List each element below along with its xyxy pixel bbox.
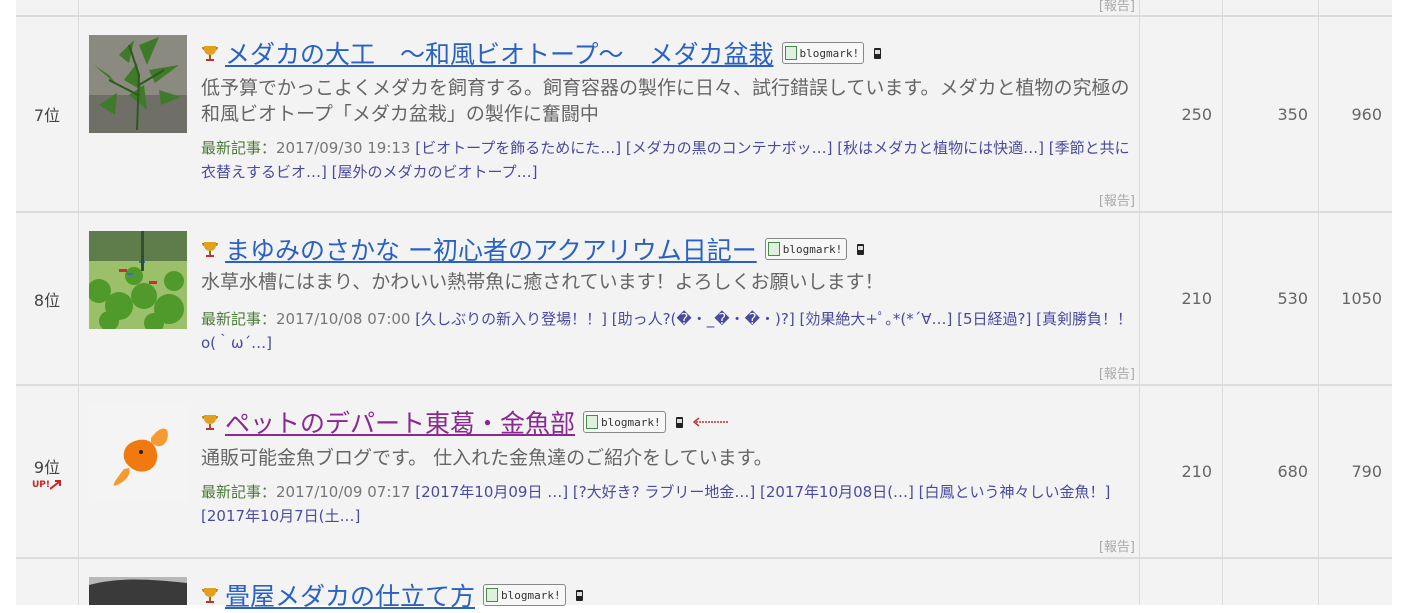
recent-articles: 最新記事：2017/10/09 07:17 [2017年10月09日 …] [?… bbox=[201, 480, 1136, 528]
title-line: メダカの大工 ～和風ビオトープ～ メダカ盆栽 blogmark! bbox=[201, 35, 882, 71]
rank-cell bbox=[16, 0, 79, 15]
entry-cell: 畳屋メダカの仕立て方 blogmark! bbox=[79, 559, 1140, 611]
report-link[interactable]: [報告] bbox=[1099, 536, 1135, 555]
blog-title-link[interactable]: メダカの大工 ～和風ビオトープ～ メダカ盆栽 bbox=[225, 35, 774, 71]
blogmark-icon bbox=[486, 588, 499, 602]
report-link[interactable]: [報告] bbox=[1099, 190, 1135, 209]
trophy-icon bbox=[202, 46, 218, 61]
rank-cell: 7位 bbox=[16, 17, 79, 211]
rank-label: 7位 bbox=[33, 106, 61, 125]
recent-date: 2017/10/08 07:00 bbox=[276, 310, 411, 328]
rank-label: 9位 bbox=[33, 457, 61, 477]
total-count bbox=[1319, 559, 1392, 605]
mobile-icon bbox=[575, 589, 583, 601]
blog-description: 低予算でかっこよくメダカを飼育する。飼育容器の製作に日々、試行錯誤しています。メ… bbox=[201, 77, 1130, 125]
in-count: 210 bbox=[1140, 386, 1223, 557]
trophy-icon bbox=[202, 588, 218, 603]
recent-label: 最新記事： bbox=[201, 483, 277, 501]
entry-cell: まゆみのさかな ー初心者のアクアリウム日記ー blogmark! 水草水槽にはま… bbox=[79, 213, 1140, 384]
rank-up-label: UP! bbox=[31, 479, 50, 490]
blog-title-link[interactable]: ペットのデパート東葛・金魚部 bbox=[225, 404, 575, 440]
recent-date: 2017/10/09 07:17 bbox=[276, 483, 411, 501]
total-count: 1050 bbox=[1341, 289, 1382, 308]
up-arrow-icon bbox=[50, 479, 61, 490]
blogmark-icon bbox=[784, 46, 797, 60]
ranking-row: 7位 メダカの大工 ～和風ビオトープ～ メダカ盆栽 blogmark! 低予算で… bbox=[16, 17, 1392, 213]
blog-title-link[interactable]: 畳屋メダカの仕立て方 bbox=[225, 577, 475, 613]
mobile-icon bbox=[675, 416, 683, 428]
blogmark-button[interactable]: blogmark! bbox=[483, 584, 566, 606]
blogmark-button[interactable]: blogmark! bbox=[583, 411, 666, 433]
blog-description: 通販可能金魚ブログです。 仕入れた金魚達のご紹介をしています。 bbox=[201, 447, 773, 469]
blogmark-button[interactable]: blogmark! bbox=[764, 238, 848, 260]
recent-label: 最新記事： bbox=[201, 139, 277, 157]
out-count bbox=[1223, 0, 1319, 15]
blog-title-link[interactable]: まゆみのさかな ー初心者のアクアリウム日記ー bbox=[225, 231, 757, 267]
entry-cell: [報告] bbox=[79, 0, 1140, 15]
blogmark-icon bbox=[767, 242, 780, 256]
rank-up-badge: UP! bbox=[31, 479, 62, 490]
in-count bbox=[1140, 559, 1223, 605]
blog-thumbnail[interactable] bbox=[89, 577, 187, 605]
blogmark-label: blogmark! bbox=[782, 242, 843, 256]
mobile-icon bbox=[857, 243, 865, 255]
blog-description: 水草水槽にはまり、かわいい熱帯魚に癒されています！よろしくお願いします！ bbox=[201, 271, 884, 293]
rank-label: 8位 bbox=[33, 290, 61, 310]
entry-cell: ペットのデパート東葛・金魚部 blogmark! 通販可能金魚ブログです。 仕入… bbox=[79, 386, 1140, 557]
ranking-row: 畳屋メダカの仕立て方 blogmark! bbox=[16, 559, 1392, 611]
out-count: 530 bbox=[1223, 213, 1319, 384]
ranking-row: [報告] bbox=[16, 0, 1392, 17]
total-count: 960 bbox=[1351, 104, 1382, 124]
blog-thumbnail[interactable] bbox=[89, 404, 187, 502]
ranking-row: 8位 まゆみのさかな ー初心者のアクアリウム日記ー blogmark! 水草水槽… bbox=[16, 213, 1392, 386]
rank-cell: 9位 UP! bbox=[16, 386, 79, 557]
mobile-icon bbox=[874, 47, 882, 59]
blog-thumbnail[interactable] bbox=[89, 35, 187, 133]
out-count: 680 bbox=[1223, 386, 1319, 557]
report-link[interactable]: [報告] bbox=[1099, 363, 1135, 382]
title-line: ペットのデパート東葛・金魚部 blogmark! bbox=[201, 404, 729, 440]
report-link[interactable]: [報告] bbox=[1099, 0, 1135, 14]
blogmark-label: blogmark! bbox=[501, 588, 561, 602]
blogmark-button[interactable]: blogmark! bbox=[781, 42, 865, 64]
rank-cell bbox=[16, 559, 79, 605]
blogmark-label: blogmark! bbox=[799, 46, 860, 60]
new-arrow-icon bbox=[692, 417, 728, 427]
blog-thumbnail[interactable] bbox=[89, 231, 187, 329]
out-count: 350 bbox=[1223, 17, 1319, 211]
blogmark-label: blogmark! bbox=[601, 415, 661, 429]
trophy-icon bbox=[202, 242, 218, 257]
recent-label: 最新記事： bbox=[201, 310, 277, 328]
in-count bbox=[1140, 0, 1223, 15]
in-count: 250 bbox=[1140, 17, 1223, 211]
in-count: 210 bbox=[1140, 213, 1223, 384]
rank-cell: 8位 bbox=[16, 213, 79, 384]
blogmark-icon bbox=[586, 415, 599, 429]
entry-cell: メダカの大工 ～和風ビオトープ～ メダカ盆栽 blogmark! 低予算でかっこ… bbox=[79, 17, 1140, 211]
total-count bbox=[1319, 0, 1392, 15]
title-line: まゆみのさかな ー初心者のアクアリウム日記ー blogmark! bbox=[201, 231, 865, 267]
ranking-table: [報告] 7位 メダカの大工 ～和風ビオトープ～ メダカ盆栽 blogmark!… bbox=[0, 0, 1404, 611]
recent-articles: 最新記事：2017/09/30 19:13 [ビオトープを飾るためにた…] [メ… bbox=[201, 136, 1136, 184]
recent-articles: 最新記事：2017/10/08 07:00 [久しぶりの新入り登場！！] [助っ… bbox=[201, 307, 1136, 355]
title-line: 畳屋メダカの仕立て方 blogmark! bbox=[201, 577, 583, 613]
total-count: 790 bbox=[1351, 462, 1382, 481]
ranking-row: 9位 UP! ペットのデパート東葛・金魚部 blogmark! 通販可能金魚ブロ… bbox=[16, 386, 1392, 559]
trophy-icon bbox=[202, 415, 218, 430]
recent-date: 2017/09/30 19:13 bbox=[276, 139, 411, 157]
out-count bbox=[1223, 559, 1319, 605]
